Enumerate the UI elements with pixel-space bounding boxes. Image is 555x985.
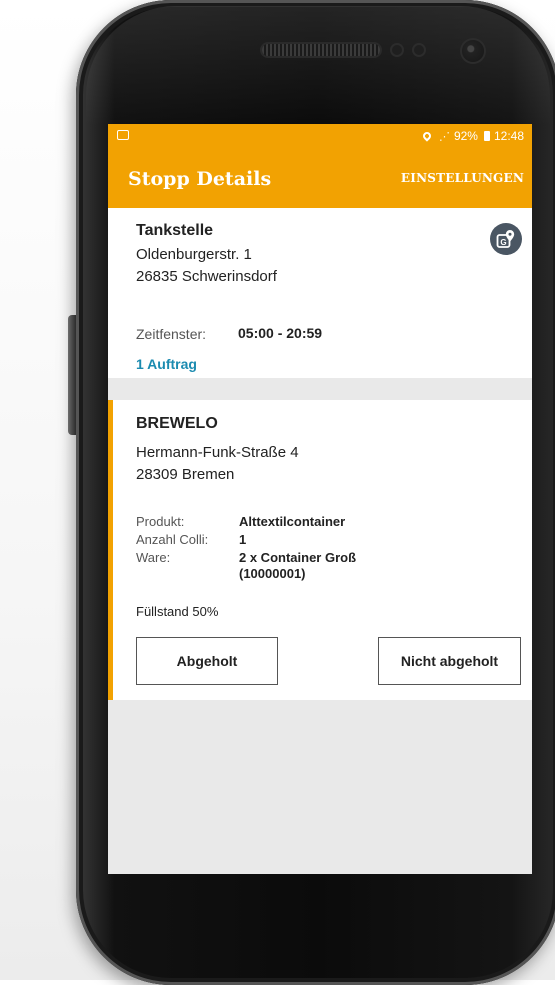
phone-speaker [262, 44, 380, 56]
goods-label: Ware: [136, 550, 171, 565]
phone-sensor [392, 45, 402, 55]
open-map-button[interactable]: G [490, 223, 522, 255]
status-icons: ⋰ 92% 12:48 [421, 129, 524, 143]
goods-value-line1: 2 x Container Groß [239, 550, 357, 565]
battery-percent: 92% [453, 129, 478, 143]
map-pin-icon: G [496, 230, 515, 248]
product-label: Produkt: [136, 514, 185, 529]
stop-card: Tankstelle Oldenburgerstr. 1 26835 Schwe… [108, 208, 532, 378]
stop-city: 26835 Schwerinsdorf [136, 268, 277, 285]
goods-value: 2 x Container Groß (10000001) [239, 550, 356, 582]
not-picked-up-button[interactable]: Nicht abgeholt [378, 637, 521, 685]
image-notification-icon [117, 130, 129, 140]
customer-city: 28309 Bremen [136, 466, 235, 483]
app-screen: ⋰ 92% 12:48 Stopp Details EINSTELLUNGEN … [108, 124, 532, 874]
signal-icon: ⋰ [438, 130, 450, 143]
picked-up-button[interactable]: Abgeholt [136, 637, 278, 685]
goods-value-line2: (10000001) [239, 566, 306, 581]
order-card: BREWELO Hermann-Funk-Straße 4 28309 Brem… [108, 400, 532, 700]
orders-link[interactable]: 1 Auftrag [136, 356, 197, 372]
battery-icon [483, 131, 490, 141]
phone-shine [86, 6, 550, 126]
customer-name: BREWELO [136, 415, 218, 432]
clock: 12:48 [493, 129, 524, 143]
app-bar: Stopp Details EINSTELLUNGEN [108, 148, 532, 208]
phone-sensor [414, 45, 424, 55]
location-icon [421, 130, 433, 142]
status-bar: ⋰ 92% 12:48 [108, 124, 532, 148]
settings-button[interactable]: EINSTELLUNGEN [401, 171, 524, 185]
stop-name: Tankstelle [136, 222, 214, 239]
fill-level: Füllstand 50% [136, 604, 219, 619]
front-camera [462, 40, 484, 62]
customer-street: Hermann-Funk-Straße 4 [136, 444, 299, 461]
time-window-label: Zeitfenster: [136, 326, 207, 342]
colli-label: Anzahl Colli: [136, 532, 209, 547]
time-window-value: 05:00 - 20:59 [238, 325, 323, 341]
product-value: Alttextilcontainer [239, 514, 346, 529]
svg-text:G: G [500, 238, 506, 247]
stop-street: Oldenburgerstr. 1 [136, 246, 252, 263]
colli-value: 1 [239, 532, 247, 547]
page-title: Stopp Details [128, 168, 272, 190]
stop-address: Oldenburgerstr. 1 26835 Schwerinsdorf [136, 244, 277, 288]
customer-address: Hermann-Funk-Straße 4 28309 Bremen [136, 442, 299, 486]
